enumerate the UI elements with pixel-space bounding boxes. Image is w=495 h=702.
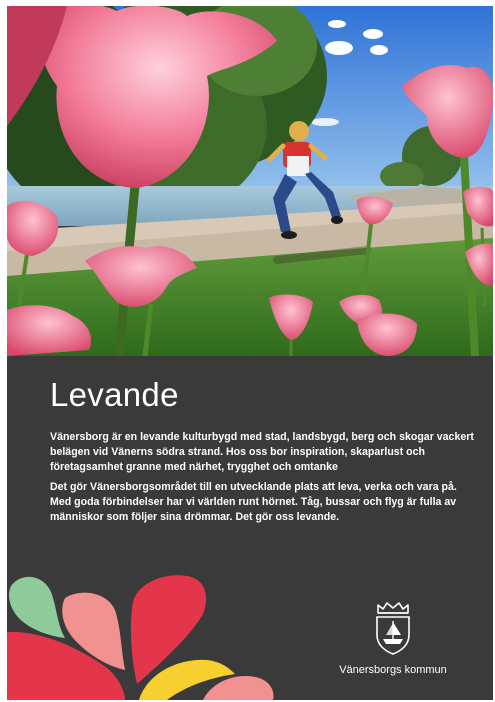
municipality-name: Vänersborgs kommun (339, 664, 447, 676)
municipality-logo: Vänersborgs kommun (333, 601, 453, 676)
green-petal (9, 576, 65, 638)
hero-photo (7, 6, 493, 356)
pink-petal-right (203, 676, 274, 700)
headline: Levande (50, 376, 179, 413)
coat-of-arms-icon (376, 602, 410, 655)
text-panel: Levande Vänersborg är en levande kulturb… (7, 356, 493, 700)
poster: Levande Vänersborg är en levande kulturb… (7, 6, 493, 700)
decorative-petals (7, 575, 274, 700)
body-paragraph: Det gör Vänersborgsområdet till en utvec… (50, 481, 457, 523)
intro-paragraph: Vänersborg är en levande kulturbygd med … (50, 431, 474, 473)
tulip-field-photo (7, 6, 493, 356)
